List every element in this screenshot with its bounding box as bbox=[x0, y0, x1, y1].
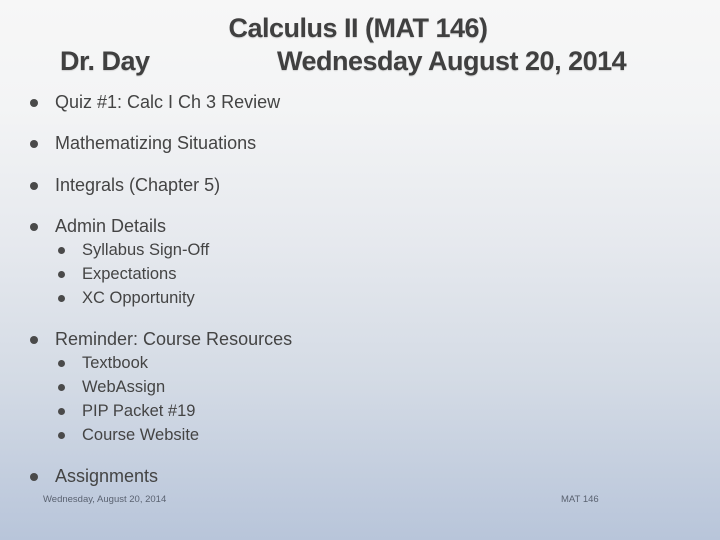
sub-bullet-icon bbox=[58, 408, 65, 415]
footer-date: Wednesday, August 20, 2014 bbox=[43, 494, 167, 505]
bullet-icon bbox=[30, 223, 38, 231]
title-instructor: Dr. Day bbox=[60, 46, 150, 76]
sub-bullet-label: PIP Packet #19 bbox=[82, 402, 196, 420]
bullet-item: Reminder: Course Resources bbox=[30, 329, 293, 350]
bullet-icon bbox=[30, 182, 38, 190]
sub-bullet-item: Course Website bbox=[58, 426, 200, 445]
sub-bullet-item: Textbook bbox=[58, 354, 149, 373]
sub-bullet-label: Syllabus Sign-Off bbox=[82, 241, 210, 259]
sub-bullet-icon bbox=[58, 247, 65, 254]
bullet-label: Admin Details bbox=[55, 216, 167, 236]
sub-bullet-label: WebAssign bbox=[82, 378, 166, 396]
bullet-icon bbox=[30, 99, 38, 107]
title-course: Calculus II (MAT 146) bbox=[228, 13, 488, 43]
bullet-label: Reminder: Course Resources bbox=[55, 329, 293, 349]
sub-bullet-icon bbox=[58, 384, 65, 391]
slide-title: Calculus II (MAT 146) bbox=[0, 13, 720, 44]
bullet-item: Mathematizing Situations bbox=[30, 133, 257, 154]
bullet-label: Quiz #1: Calc I Ch 3 Review bbox=[55, 92, 281, 112]
sub-bullet-label: Course Website bbox=[82, 426, 200, 444]
bullet-label: Assignments bbox=[55, 466, 159, 486]
bullet-icon bbox=[30, 140, 38, 148]
sub-bullet-icon bbox=[58, 360, 65, 367]
sub-bullet-item: PIP Packet #19 bbox=[58, 402, 196, 421]
sub-bullet-item: WebAssign bbox=[58, 378, 166, 397]
sub-bullet-icon bbox=[58, 295, 65, 302]
bullet-icon bbox=[30, 473, 38, 481]
sub-bullet-item: Syllabus Sign-Off bbox=[58, 241, 210, 260]
sub-bullet-label: Expectations bbox=[82, 265, 177, 283]
title-date: Wednesday August 20, 2014 bbox=[277, 46, 627, 76]
sub-bullet-icon bbox=[58, 271, 65, 278]
bullet-item: Assignments bbox=[30, 466, 159, 487]
slide: Calculus II (MAT 146) Dr. Day Wednesday … bbox=[0, 0, 720, 540]
sub-bullet-item: XC Opportunity bbox=[58, 289, 195, 308]
bullet-item: Admin Details bbox=[30, 216, 167, 237]
sub-bullet-label: XC Opportunity bbox=[82, 289, 195, 307]
bullet-item: Integrals (Chapter 5) bbox=[30, 175, 221, 196]
footer-course: MAT 146 bbox=[561, 494, 599, 505]
bullet-icon bbox=[30, 336, 38, 344]
bullet-label: Integrals (Chapter 5) bbox=[55, 175, 221, 195]
sub-bullet-label: Textbook bbox=[82, 354, 149, 372]
bullet-label: Mathematizing Situations bbox=[55, 133, 257, 153]
sub-bullet-item: Expectations bbox=[58, 265, 177, 284]
bullet-item: Quiz #1: Calc I Ch 3 Review bbox=[30, 92, 281, 113]
sub-bullet-icon bbox=[58, 432, 65, 439]
